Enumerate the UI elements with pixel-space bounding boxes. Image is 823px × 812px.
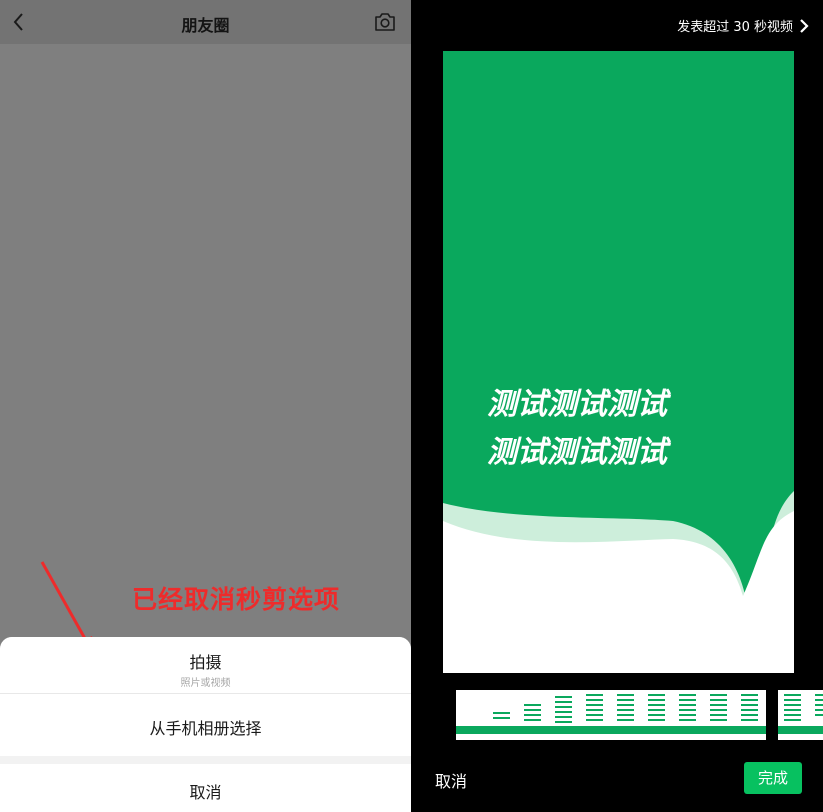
sheet-cancel-label: 取消	[189, 783, 222, 802]
filmstrip-frame	[549, 690, 580, 740]
filmstrip-frame	[778, 690, 809, 740]
filmstrip-frame	[487, 690, 518, 740]
camera-icon[interactable]	[373, 11, 397, 33]
filmstrip-frame	[809, 690, 823, 740]
top-nav-bar: 朋友圈	[0, 0, 411, 44]
filmstrip-frame	[518, 690, 549, 740]
filmstrip-frame	[642, 690, 673, 740]
video-editor-panel: 发表超过 30 秒视频 测试测试测试 测试测试测试 取消 完成	[411, 0, 823, 812]
cancel-button[interactable]: 取消	[435, 768, 467, 792]
filmstrip-frame	[456, 690, 487, 740]
album-option-label: 从手机相册选择	[149, 719, 262, 738]
chevron-right-icon	[800, 18, 809, 33]
capture-option-subtitle: 照片或视频	[180, 678, 231, 689]
preview-text-line-2: 测试测试测试	[487, 435, 667, 470]
filmstrip-frame	[673, 690, 704, 740]
moments-panel: 朋友圈 已经取消秒剪选项 拍摄 照片或视频 从手机相册选择 取消	[0, 0, 411, 812]
filmstrip-frame	[580, 690, 611, 740]
annotation-text: 已经取消秒剪选项	[132, 585, 341, 614]
page-title: 朋友圈	[181, 16, 230, 35]
video-preview[interactable]: 测试测试测试 测试测试测试	[443, 51, 794, 673]
capture-option[interactable]: 拍摄 照片或视频	[0, 637, 411, 693]
speech-bubble-graphic	[443, 491, 794, 673]
post-long-video-label: 发表超过 30 秒视频	[677, 20, 793, 35]
done-button[interactable]: 完成	[744, 762, 802, 794]
post-long-video-link[interactable]: 发表超过 30 秒视频	[677, 16, 809, 35]
action-sheet: 拍摄 照片或视频 从手机相册选择 取消	[0, 637, 411, 812]
choose-from-album-option[interactable]: 从手机相册选择	[0, 694, 411, 756]
sheet-cancel-button[interactable]: 取消	[0, 764, 411, 812]
filmstrip-frame	[611, 690, 642, 740]
filmstrip-frame	[704, 690, 735, 740]
video-filmstrip[interactable]	[456, 690, 823, 740]
preview-text-line-1: 测试测试测试	[487, 387, 667, 422]
capture-option-label: 拍摄	[189, 653, 222, 672]
filmstrip-frame	[735, 690, 766, 740]
